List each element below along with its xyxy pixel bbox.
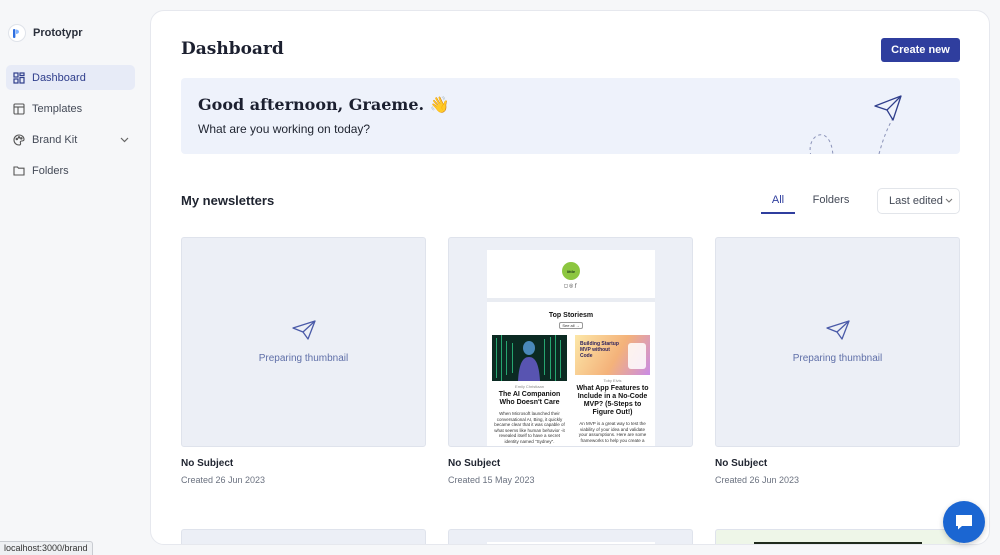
article-excerpt: An MVP is a great way to test the viabil… (578, 421, 647, 443)
page-title: Dashboard (181, 39, 284, 59)
sidebar-item-folders[interactable]: Folders (6, 158, 135, 183)
card-thumbnail[interactable]: little ◻◎ƒ Top Storiesm See all → Emily … (448, 237, 693, 447)
paper-plane-icon (291, 320, 316, 340)
sidebar-item-dashboard[interactable]: Dashboard (6, 65, 135, 90)
card-date: Created 15 May 2023 (448, 475, 535, 485)
sort-select-value: Last edited (889, 195, 943, 207)
app-name: Prototypr (33, 27, 83, 39)
newsletter-preview-header: little ◻◎ƒ (487, 250, 655, 302)
article-author: Toby Elvis (603, 378, 622, 383)
newsletter-card[interactable]: little ◻◎ƒ Top Storiesm See all → Emily … (448, 237, 693, 485)
greeting-banner: Good afternoon, Graeme. 👋 What are you w… (181, 78, 960, 154)
newsletter-card[interactable]: Preparing thumbnail No Subject Created 2… (715, 237, 960, 485)
article-image-title: Building Startup MVP without Code (580, 341, 619, 359)
sidebar-item-label: Dashboard (32, 71, 86, 84)
article-author: Emily Christiaan (515, 384, 544, 389)
section-title: My newsletters (181, 193, 275, 208)
dashboard-grid-icon (13, 71, 25, 84)
newsletter-section-title: Top Storiesm (548, 312, 594, 319)
article-image (492, 335, 567, 381)
newsletter-article: Building Startup MVP without Code Toby E… (575, 335, 650, 444)
card-thumbnail[interactable]: Preparing thumbnail (181, 237, 426, 447)
brand[interactable]: Prototypr (8, 24, 83, 42)
card-thumbnail[interactable]: Preparing thumbnail (715, 237, 960, 447)
card-subject[interactable]: No Subject (181, 458, 426, 469)
palette-icon (13, 133, 25, 146)
newsletter-card-partial[interactable] (715, 529, 960, 544)
chat-bubble-icon (956, 515, 972, 530)
thumbnail-status: Preparing thumbnail (792, 353, 883, 364)
newsletter-preview: little ◻◎ƒ Top Storiesm See all → Emily … (487, 250, 655, 446)
article-image: Building Startup MVP without Code (575, 335, 650, 375)
social-icons: ◻◎ƒ (563, 283, 579, 289)
paper-plane-illustration-icon (809, 95, 902, 154)
article-excerpt: When Microsoft launched their conversati… (494, 411, 565, 444)
sidebar-nav: Dashboard Templates Brand Kit Folders (6, 65, 135, 189)
sidebar-item-label: Templates (32, 102, 83, 115)
paper-plane-icon (825, 320, 850, 340)
prototypr-logo-icon (8, 24, 26, 42)
sidebar-item-templates[interactable]: Templates (6, 96, 135, 121)
sidebar: Prototypr Dashboard Templates Brand Kit … (0, 0, 148, 555)
create-new-button[interactable]: Create new (881, 38, 960, 62)
greeting-subtitle: What are you working on today? (198, 122, 371, 136)
card-date: Created 26 Jun 2023 (715, 475, 800, 485)
sort-select[interactable]: Last edited (877, 188, 960, 214)
article-headline: The AI Companion Who Doesn't Care (498, 391, 561, 406)
article-headline: What App Features to Include in a No-Cod… (576, 385, 649, 416)
sidebar-item-label: Brand Kit (32, 133, 78, 146)
templates-icon (13, 102, 25, 115)
newsletter-card-partial[interactable] (181, 529, 426, 544)
newsletter-logo: little (562, 262, 580, 280)
folder-icon (13, 166, 25, 176)
status-bar-url: localhost:3000/brand (0, 541, 93, 555)
newsletter-tabs: All Folders (761, 189, 867, 214)
card-subject[interactable]: No Subject (715, 458, 960, 469)
tab-all[interactable]: All (761, 189, 795, 214)
newsletter-article: Emily Christiaan The AI Companion Who Do… (492, 335, 567, 444)
main-panel: Dashboard Create new Good afternoon, Gra… (150, 10, 990, 545)
sidebar-item-label: Folders (32, 164, 69, 177)
newsletter-card-partial[interactable] (448, 529, 693, 544)
sidebar-item-brand-kit[interactable]: Brand Kit (6, 127, 135, 152)
thumbnail-status: Preparing thumbnail (258, 353, 349, 364)
chevron-down-icon[interactable] (120, 137, 129, 143)
newsletter-see-all: See all → (559, 322, 583, 329)
card-date: Created 26 Jun 2023 (181, 475, 266, 485)
tab-folders[interactable]: Folders (795, 189, 867, 214)
card-subject[interactable]: No Subject (448, 458, 693, 469)
chat-button[interactable] (943, 501, 985, 543)
chevron-down-icon (945, 198, 953, 203)
newsletter-card[interactable]: Preparing thumbnail No Subject Created 2… (181, 237, 426, 485)
greeting-title: Good afternoon, Graeme. 👋 (198, 95, 450, 114)
